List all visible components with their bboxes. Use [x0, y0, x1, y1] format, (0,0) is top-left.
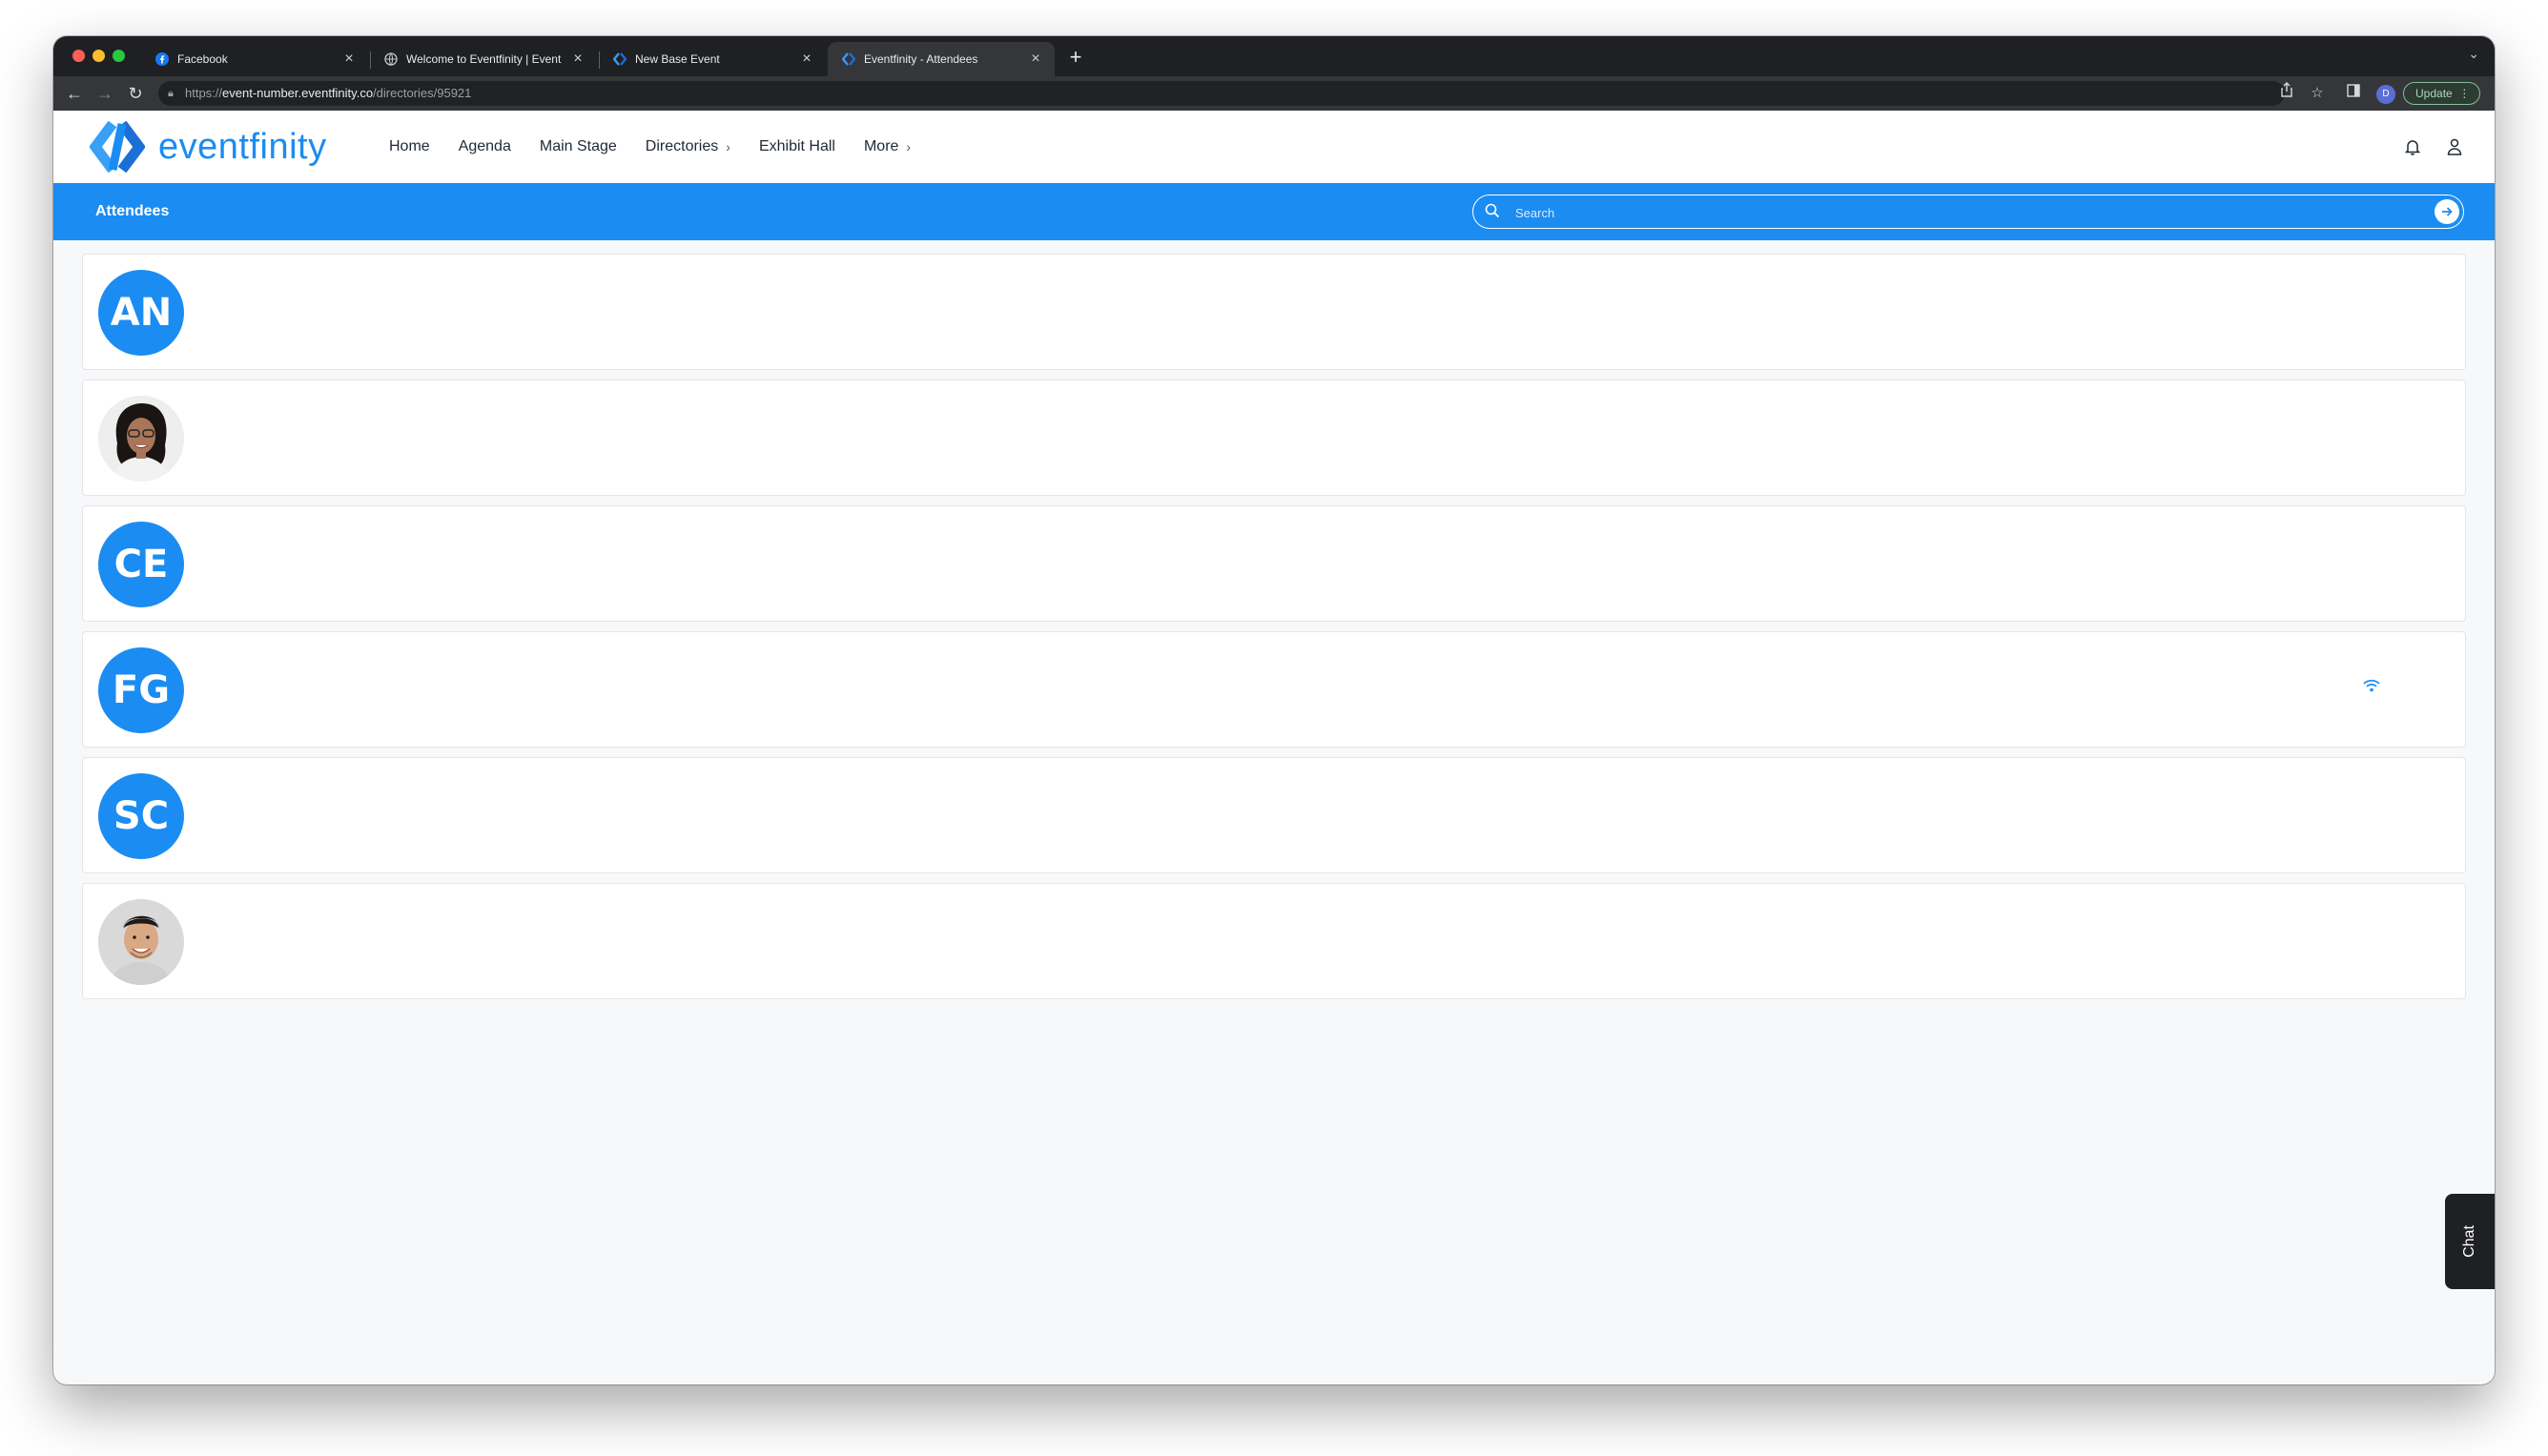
search-input[interactable]	[1513, 199, 2375, 226]
new-tab-plus-icon[interactable]: +	[1064, 46, 1087, 69]
attendee-card[interactable]	[82, 883, 2466, 999]
nav-item-home[interactable]: Home	[389, 138, 430, 155]
bookmark-star-icon[interactable]: ☆	[2306, 82, 2329, 105]
nav-item-exhibit-hall[interactable]: Exhibit Hall	[759, 138, 835, 155]
forward-arrow-icon[interactable]: →	[93, 82, 116, 105]
search-submit-arrow-icon[interactable]	[2435, 199, 2459, 224]
avatar: SC	[98, 773, 184, 859]
profile-avatar[interactable]: D	[2376, 85, 2395, 104]
minimize-window-button[interactable]	[92, 50, 105, 62]
nav-label: Directories	[645, 138, 719, 154]
nav-item-more[interactable]: More ›	[864, 138, 911, 155]
tab-close-icon[interactable]: ×	[1028, 51, 1043, 68]
update-button[interactable]: Update ⋮	[2403, 82, 2481, 105]
eventfinity-icon	[612, 51, 627, 67]
browser-tab-new-base-event[interactable]: New Base Event ×	[599, 42, 826, 76]
chevron-right-icon: ›	[906, 139, 912, 154]
nav-item-agenda[interactable]: Agenda	[459, 138, 511, 155]
eventfinity-logo[interactable]: eventfinity	[90, 118, 327, 175]
url-scheme: https://	[185, 86, 223, 100]
wifi-icon	[2362, 678, 2381, 698]
woman-avatar	[98, 396, 184, 482]
avatar: AN	[98, 270, 184, 356]
attendees-bar: Attendees	[53, 183, 2495, 240]
nav-label: Exhibit Hall	[758, 138, 835, 154]
browser-toolbar: ← → ↻ 🔒︎ https://event-number.eventfinit…	[53, 76, 2495, 111]
logo-text: eventfinity	[158, 126, 327, 167]
chat-button[interactable]: Chat	[2445, 1194, 2495, 1289]
site-header: eventfinity Home Agenda Main Stage Direc…	[53, 111, 2495, 184]
tab-close-icon[interactable]: ×	[799, 51, 814, 68]
tab-strip: Facebook × Welcome to Eventfinity | Even…	[53, 36, 2495, 76]
url-host: event-number.eventfinity.co	[222, 86, 374, 100]
tab-close-icon[interactable]: ×	[570, 51, 586, 68]
page-title: Attendees	[95, 203, 170, 219]
attendee-list: AN CE FG SC	[82, 254, 2466, 1009]
maximize-window-button[interactable]	[113, 50, 125, 62]
attendee-card[interactable]: AN	[82, 254, 2466, 370]
avatar: FG	[98, 647, 184, 733]
main-nav: Home Agenda Main Stage Directories › Exhi…	[389, 111, 939, 183]
url-path: /directories/95921	[373, 86, 472, 100]
browser-tab-welcome[interactable]: Welcome to Eventfinity | Event ×	[370, 42, 597, 76]
nav-label: Home	[389, 138, 430, 154]
close-window-button[interactable]	[72, 50, 85, 62]
chevron-right-icon: ›	[726, 139, 730, 154]
tab-title: Welcome to Eventfinity | Event	[406, 52, 562, 66]
address-bar[interactable]: 🔒︎ https://event-number.eventfinity.co/d…	[158, 81, 2285, 106]
nav-label: Main Stage	[539, 138, 617, 154]
share-icon[interactable]	[2275, 82, 2298, 105]
tab-title: Eventfinity - Attendees	[864, 52, 978, 66]
bell-icon[interactable]	[2399, 133, 2426, 160]
attendee-card[interactable]: CE	[82, 505, 2466, 622]
attendee-card[interactable]: FG	[82, 631, 2466, 748]
search-icon	[1485, 203, 1500, 223]
attendee-card[interactable]	[82, 379, 2466, 496]
browser-tab-attendees[interactable]: Eventfinity - Attendees ×	[828, 42, 1055, 76]
update-label: Update	[2415, 87, 2453, 100]
facebook-icon	[154, 51, 170, 67]
nav-item-directories[interactable]: Directories ›	[646, 138, 730, 155]
tab-search-chevron-icon[interactable]: ⌄	[2468, 46, 2479, 62]
side-panel-icon[interactable]	[2342, 82, 2365, 105]
back-arrow-icon[interactable]: ←	[63, 82, 86, 105]
nav-label: More	[863, 138, 899, 154]
browser-window: Facebook × Welcome to Eventfinity | Even…	[53, 36, 2495, 1384]
globe-icon	[383, 51, 399, 67]
browser-tab-facebook[interactable]: Facebook ×	[141, 42, 368, 76]
reload-icon[interactable]: ↻	[124, 82, 147, 105]
search-box	[1472, 195, 2464, 229]
eventfinity-logo-icon	[90, 120, 145, 174]
avatar: CE	[98, 522, 184, 607]
tab-close-icon[interactable]: ×	[341, 51, 357, 68]
user-icon[interactable]	[2441, 133, 2468, 160]
eventfinity-icon	[841, 51, 856, 67]
lock-icon: 🔒︎	[168, 88, 174, 99]
tab-title: Facebook	[177, 52, 228, 66]
attendee-card[interactable]: SC	[82, 757, 2466, 873]
man-avatar	[98, 899, 184, 985]
chat-label: Chat	[2460, 1225, 2477, 1258]
nav-label: Agenda	[458, 138, 511, 154]
nav-item-main-stage[interactable]: Main Stage	[540, 138, 617, 155]
tab-title: New Base Event	[635, 52, 720, 66]
